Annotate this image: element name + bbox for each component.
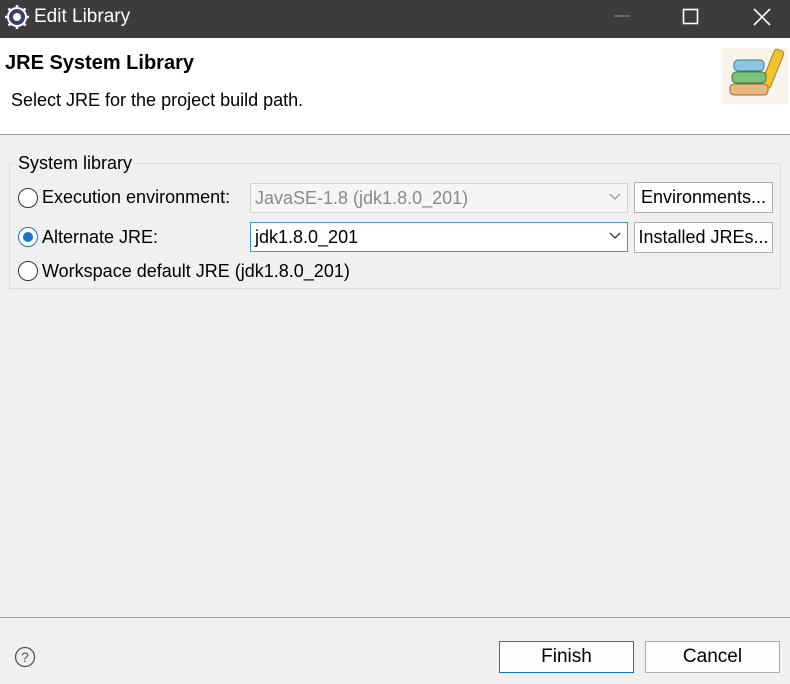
workspace-default-jre-radio[interactable] (18, 261, 38, 281)
minimize-button[interactable] (599, 0, 645, 32)
execution-environment-combo[interactable]: JavaSE-1.8 (jdk1.8.0_201) (250, 183, 628, 213)
chevron-down-icon (609, 193, 621, 200)
dialog-header: JRE System Library Select JRE for the pr… (0, 38, 790, 134)
minimize-icon (614, 15, 630, 17)
alternate-jre-value: jdk1.8.0_201 (255, 227, 359, 247)
finish-button[interactable]: Finish (499, 641, 634, 673)
page-title: JRE System Library (5, 52, 194, 74)
svg-text:?: ? (21, 649, 29, 665)
close-icon (753, 8, 771, 26)
execution-environment-value: JavaSE-1.8 (jdk1.8.0_201) (255, 188, 469, 208)
maximize-button[interactable] (668, 0, 714, 32)
alternate-jre-label: Alternate JRE: (42, 227, 159, 247)
header-separator (0, 134, 790, 135)
execution-environment-label: Execution environment: (42, 187, 231, 207)
maximize-icon (682, 8, 699, 25)
cancel-button[interactable]: Cancel (645, 641, 780, 673)
system-library-group-label: System library (14, 153, 137, 174)
page-description: Select JRE for the project build path. (11, 90, 304, 110)
footer-separator (0, 617, 790, 618)
installed-jres-button[interactable]: Installed JREs... (634, 222, 773, 253)
alternate-jre-radio[interactable] (18, 227, 38, 247)
environments-button[interactable]: Environments... (634, 182, 773, 213)
eclipse-gear-icon (5, 5, 29, 29)
library-books-icon (722, 48, 788, 104)
chevron-down-icon (609, 232, 621, 239)
workspace-default-jre-label: Workspace default JRE (jdk1.8.0_201) (42, 261, 350, 281)
title-bar: Edit Library (0, 0, 790, 38)
execution-environment-radio[interactable] (18, 188, 38, 208)
window-title: Edit Library (34, 6, 131, 27)
help-icon[interactable]: ? (14, 646, 36, 668)
close-button[interactable] (739, 0, 785, 32)
alternate-jre-combo[interactable]: jdk1.8.0_201 (250, 222, 628, 252)
